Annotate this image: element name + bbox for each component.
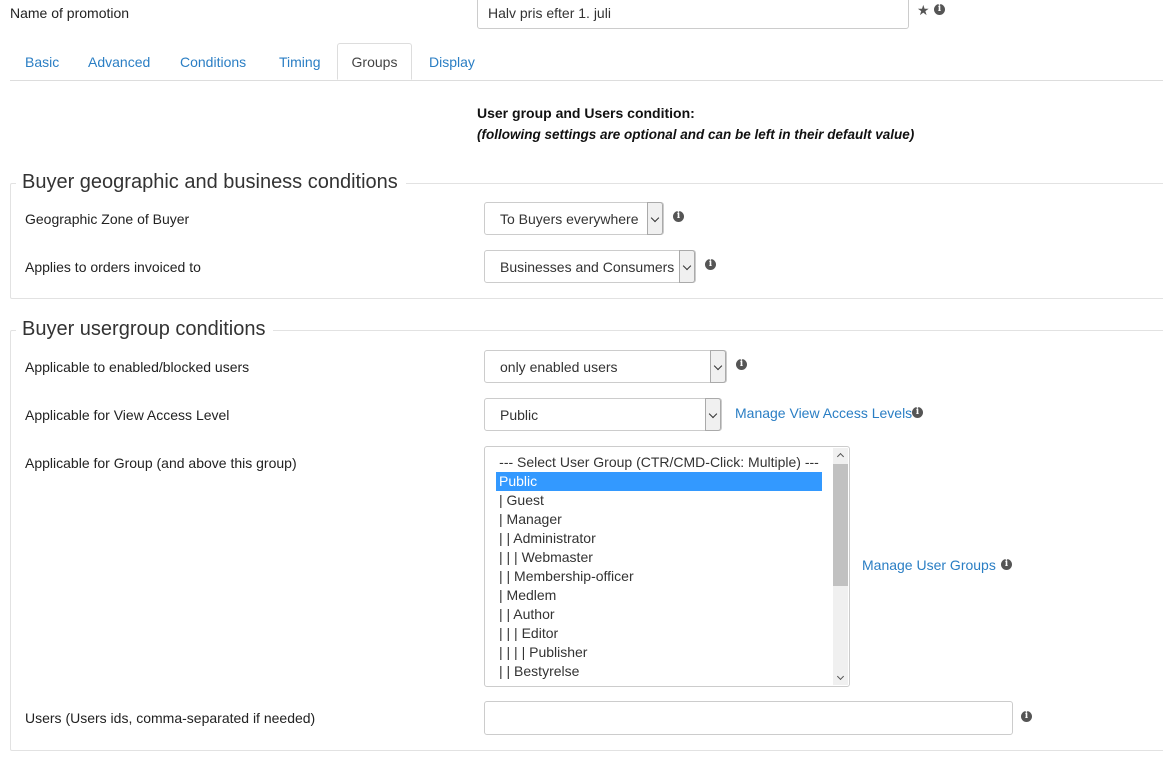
chevron-down-icon[interactable] <box>679 250 695 283</box>
list-item[interactable]: | Guest <box>496 491 822 510</box>
group-label: Applicable for Group (and above this gro… <box>25 455 297 471</box>
usergroup-legend: Buyer usergroup conditions <box>16 318 274 341</box>
tab-conditions[interactable]: Conditions <box>168 44 258 80</box>
list-item[interactable]: | | Membership-officer <box>496 567 822 586</box>
promotion-name-label: Name of promotion <box>10 5 130 21</box>
info-icon[interactable]: i <box>736 359 747 370</box>
zone-select-value: To Buyers everywhere <box>500 211 639 227</box>
promotion-name-value: Halv pris efter 1. juli <box>488 5 611 21</box>
tabs-divider <box>10 80 1163 81</box>
manage-access-levels-link[interactable]: Manage View Access Levels <box>735 405 912 421</box>
scroll-up-icon[interactable] <box>833 448 848 462</box>
zone-select[interactable]: To Buyers everywhere <box>484 202 664 235</box>
list-item[interactable]: | | Bestyrelse <box>496 662 822 681</box>
list-item[interactable]: | | | | Publisher <box>496 643 822 662</box>
tab-advanced[interactable]: Advanced <box>76 44 162 80</box>
scrollbar-thumb[interactable] <box>833 464 848 586</box>
invoiced-select-value: Businesses and Consumers <box>500 259 675 275</box>
users-input[interactable] <box>484 701 1013 735</box>
info-icon[interactable]: i <box>673 211 684 222</box>
list-item[interactable]: | | | Editor <box>496 624 822 643</box>
geo-legend: Buyer geographic and business conditions <box>16 171 406 194</box>
tab-groups[interactable]: Groups <box>337 43 412 80</box>
manage-user-groups-link[interactable]: Manage User Groups <box>862 557 996 573</box>
promotion-name-input[interactable]: Halv pris efter 1. juli <box>477 0 909 29</box>
chevron-down-icon[interactable] <box>647 202 663 235</box>
intro-subtitle: (following settings are optional and can… <box>477 127 915 142</box>
enabled-label: Applicable to enabled/blocked users <box>25 359 250 375</box>
info-icon[interactable]: i <box>934 4 945 15</box>
list-item[interactable]: | Manager <box>496 510 822 529</box>
list-item[interactable]: | | | Webmaster <box>496 548 822 567</box>
invoiced-select[interactable]: Businesses and Consumers <box>484 250 696 283</box>
star-icon[interactable]: ★ <box>917 3 930 17</box>
users-label: Users (Users ids, comma-separated if nee… <box>25 710 316 726</box>
list-item[interactable]: | | Administrator <box>496 529 822 548</box>
info-icon[interactable]: i <box>912 407 923 418</box>
chevron-down-icon[interactable] <box>705 398 721 431</box>
enabled-select-value: only enabled users <box>500 359 618 375</box>
tab-timing[interactable]: Timing <box>267 44 333 80</box>
access-select[interactable]: Public <box>484 398 722 431</box>
zone-label: Geographic Zone of Buyer <box>25 211 190 227</box>
group-listbox[interactable]: --- Select User Group (CTR/CMD-Click: Mu… <box>484 446 850 687</box>
tab-display[interactable]: Display <box>417 44 487 80</box>
list-item[interactable]: --- Select User Group (CTR/CMD-Click: Mu… <box>496 453 822 472</box>
chevron-down-icon[interactable] <box>710 350 726 383</box>
scroll-down-icon[interactable] <box>833 671 848 685</box>
list-item[interactable]: Public <box>496 472 822 491</box>
access-select-value: Public <box>500 407 539 423</box>
info-icon[interactable]: i <box>705 259 716 270</box>
list-item[interactable]: | | Author <box>496 605 822 624</box>
info-icon[interactable]: i <box>1021 711 1032 722</box>
list-item[interactable]: | Medlem <box>496 586 822 605</box>
access-label: Applicable for View Access Level <box>25 407 230 423</box>
enabled-select[interactable]: only enabled users <box>484 350 727 383</box>
intro-title: User group and Users condition: <box>477 105 695 121</box>
tab-basic[interactable]: Basic <box>13 44 71 80</box>
info-icon[interactable]: i <box>1001 559 1012 570</box>
invoiced-label: Applies to orders invoiced to <box>25 259 201 275</box>
